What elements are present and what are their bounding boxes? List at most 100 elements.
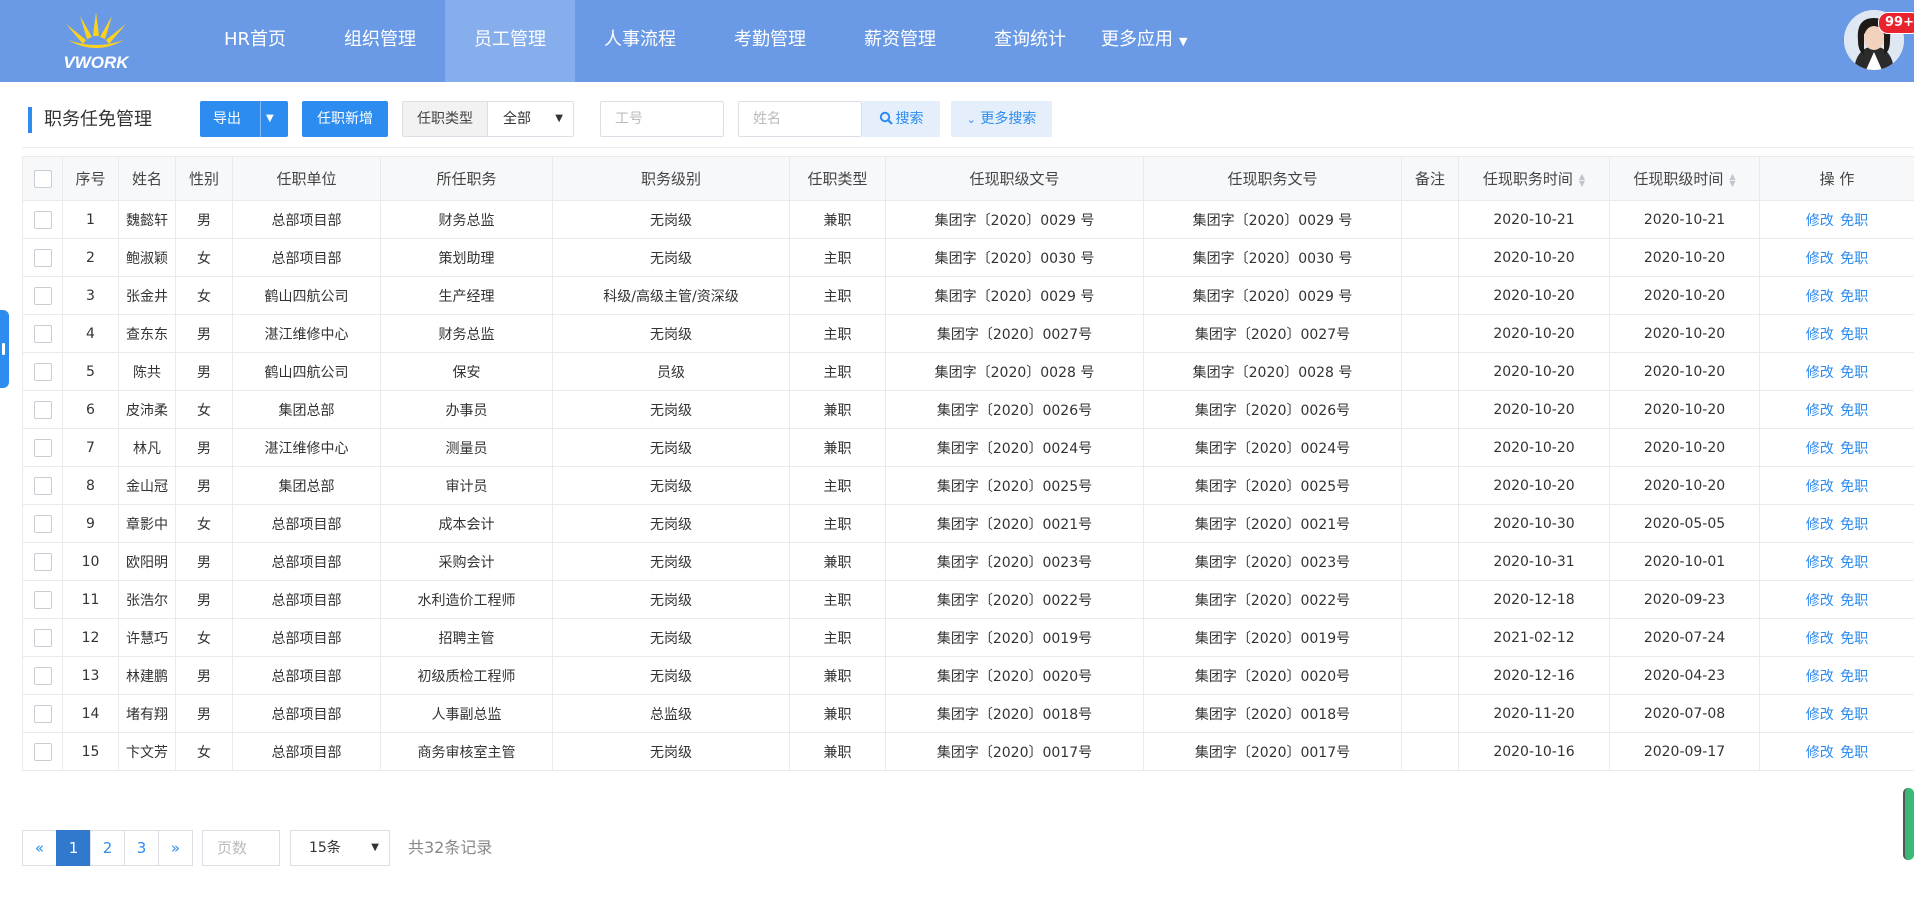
row-post-time: 2020-10-20	[1458, 352, 1610, 391]
edit-link[interactable]: 修改	[1806, 669, 1834, 685]
search-button[interactable]: 搜索	[862, 101, 940, 137]
appointment-type-select[interactable]: 任职类型 全部 ▼	[402, 101, 574, 137]
row-checkbox[interactable]	[33, 514, 52, 533]
row-unit: 总部项目部	[232, 656, 381, 695]
row-checkbox[interactable]	[33, 590, 52, 609]
dismiss-link[interactable]: 免职	[1840, 517, 1868, 533]
row-checkbox[interactable]	[33, 552, 52, 571]
row-no: 3	[62, 276, 119, 315]
divider	[22, 147, 1914, 148]
dismiss-link[interactable]: 免职	[1840, 327, 1868, 343]
row-rank-time: 2020-10-20	[1609, 428, 1760, 467]
more-search-button[interactable]: ⌄ 更多搜索	[951, 101, 1052, 137]
edit-link[interactable]: 修改	[1806, 403, 1834, 419]
page-button-3[interactable]: 3	[124, 830, 159, 866]
sort-icon[interactable]: ▲ ▼	[1579, 172, 1585, 187]
dismiss-link[interactable]: 免职	[1840, 631, 1868, 647]
sort-icon[interactable]: ▲ ▼	[1729, 172, 1735, 187]
dismiss-link[interactable]: 免职	[1840, 289, 1868, 305]
edit-link[interactable]: 修改	[1806, 555, 1834, 571]
row-rank-time: 2020-10-20	[1609, 314, 1760, 353]
nav-org-management[interactable]: 组织管理	[315, 0, 445, 82]
edit-link[interactable]: 修改	[1806, 441, 1834, 457]
dismiss-link[interactable]: 免职	[1840, 441, 1868, 457]
nav-employee-management[interactable]: 员工管理	[445, 0, 576, 82]
edit-link[interactable]: 修改	[1806, 631, 1834, 647]
prev-page-button[interactable]: «	[22, 830, 57, 866]
vertical-scrollbar[interactable]	[1903, 788, 1914, 860]
export-dropdown-icon[interactable]: ▼	[266, 101, 274, 137]
row-checkbox[interactable]	[33, 704, 52, 723]
row-no: 14	[62, 694, 119, 733]
employee-no-input[interactable]: 工号	[600, 101, 724, 137]
col-header-rank-time[interactable]: 任现职级时间 ▲ ▼	[1609, 156, 1760, 201]
edit-link[interactable]: 修改	[1806, 327, 1834, 343]
page-button-2[interactable]: 2	[90, 830, 125, 866]
dismiss-link[interactable]: 免职	[1840, 403, 1868, 419]
edit-link[interactable]: 修改	[1806, 365, 1834, 381]
row-post-time: 2020-10-20	[1458, 466, 1610, 505]
nav-hr-home[interactable]: HR首页	[195, 0, 315, 82]
nav-payroll[interactable]: 薪资管理	[835, 0, 965, 82]
edit-link[interactable]: 修改	[1806, 479, 1834, 495]
row-gender: 男	[175, 352, 233, 391]
row-checkbox[interactable]	[33, 628, 52, 647]
edit-link[interactable]: 修改	[1806, 745, 1834, 761]
row-checkbox[interactable]	[33, 324, 52, 343]
next-page-button[interactable]: »	[158, 830, 193, 866]
row-post: 测量员	[380, 428, 553, 467]
sidebar-toggle-handle[interactable]	[0, 310, 9, 388]
row-rank-time: 2020-09-23	[1609, 580, 1760, 619]
col-header-post-doc: 任现职务文号	[1143, 156, 1402, 201]
select-all-checkbox[interactable]	[33, 169, 52, 188]
dismiss-link[interactable]: 免职	[1840, 213, 1868, 229]
nav-hr-process[interactable]: 人事流程	[575, 0, 705, 82]
dismiss-link[interactable]: 免职	[1840, 555, 1868, 571]
dismiss-link[interactable]: 免职	[1840, 251, 1868, 267]
notification-badge[interactable]: 99+	[1878, 12, 1914, 34]
row-checkbox[interactable]	[33, 438, 52, 457]
nav-label: HR首页	[224, 29, 287, 50]
row-no: 6	[62, 390, 119, 429]
edit-link[interactable]: 修改	[1806, 707, 1834, 723]
col-header-post-time[interactable]: 任现职务时间 ▲ ▼	[1458, 156, 1610, 201]
page-size-select[interactable]: 15条 ▼	[290, 830, 390, 866]
select-value: 全部	[503, 111, 531, 127]
row-checkbox[interactable]	[33, 210, 52, 229]
row-checkbox[interactable]	[33, 476, 52, 495]
page-number-input[interactable]: 页数	[202, 830, 280, 866]
edit-link[interactable]: 修改	[1806, 593, 1834, 609]
dismiss-link[interactable]: 免职	[1840, 479, 1868, 495]
nav-label: 更多应用	[1101, 29, 1174, 50]
vwork-logo[interactable]: VWORK	[50, 10, 142, 74]
row-checkbox[interactable]	[33, 400, 52, 419]
name-input[interactable]: 姓名	[738, 101, 862, 137]
dismiss-link[interactable]: 免职	[1840, 593, 1868, 609]
row-actions: 修改 免职	[1759, 542, 1914, 581]
row-remark	[1401, 618, 1459, 657]
edit-link[interactable]: 修改	[1806, 289, 1834, 305]
row-level: 无岗级	[552, 656, 790, 695]
dismiss-link[interactable]: 免职	[1840, 745, 1868, 761]
nav-query-stats[interactable]: 查询统计	[965, 0, 1095, 82]
edit-link[interactable]: 修改	[1806, 251, 1834, 267]
row-checkbox[interactable]	[33, 248, 52, 267]
edit-link[interactable]: 修改	[1806, 213, 1834, 229]
edit-link[interactable]: 修改	[1806, 517, 1834, 533]
row-checkbox[interactable]	[33, 742, 52, 761]
dismiss-link[interactable]: 免职	[1840, 669, 1868, 685]
row-checkbox[interactable]	[33, 286, 52, 305]
nav-attendance[interactable]: 考勤管理	[705, 0, 835, 82]
row-post-time: 2020-10-16	[1458, 732, 1610, 771]
row-checkbox[interactable]	[33, 666, 52, 685]
row-checkbox[interactable]	[33, 362, 52, 381]
row-gender: 女	[175, 732, 233, 771]
add-appointment-button[interactable]: 任职新增	[302, 101, 388, 137]
export-button[interactable]: 导出 ▼	[200, 101, 288, 137]
dismiss-link[interactable]: 免职	[1840, 707, 1868, 723]
nav-more-apps[interactable]: 更多应用 ▼	[1095, 0, 1216, 82]
row-post: 审计员	[380, 466, 553, 505]
dismiss-link[interactable]: 免职	[1840, 365, 1868, 381]
page-button-1[interactable]: 1	[56, 830, 91, 866]
row-rank-doc: 集团字〔2020〕0019号	[885, 618, 1144, 657]
